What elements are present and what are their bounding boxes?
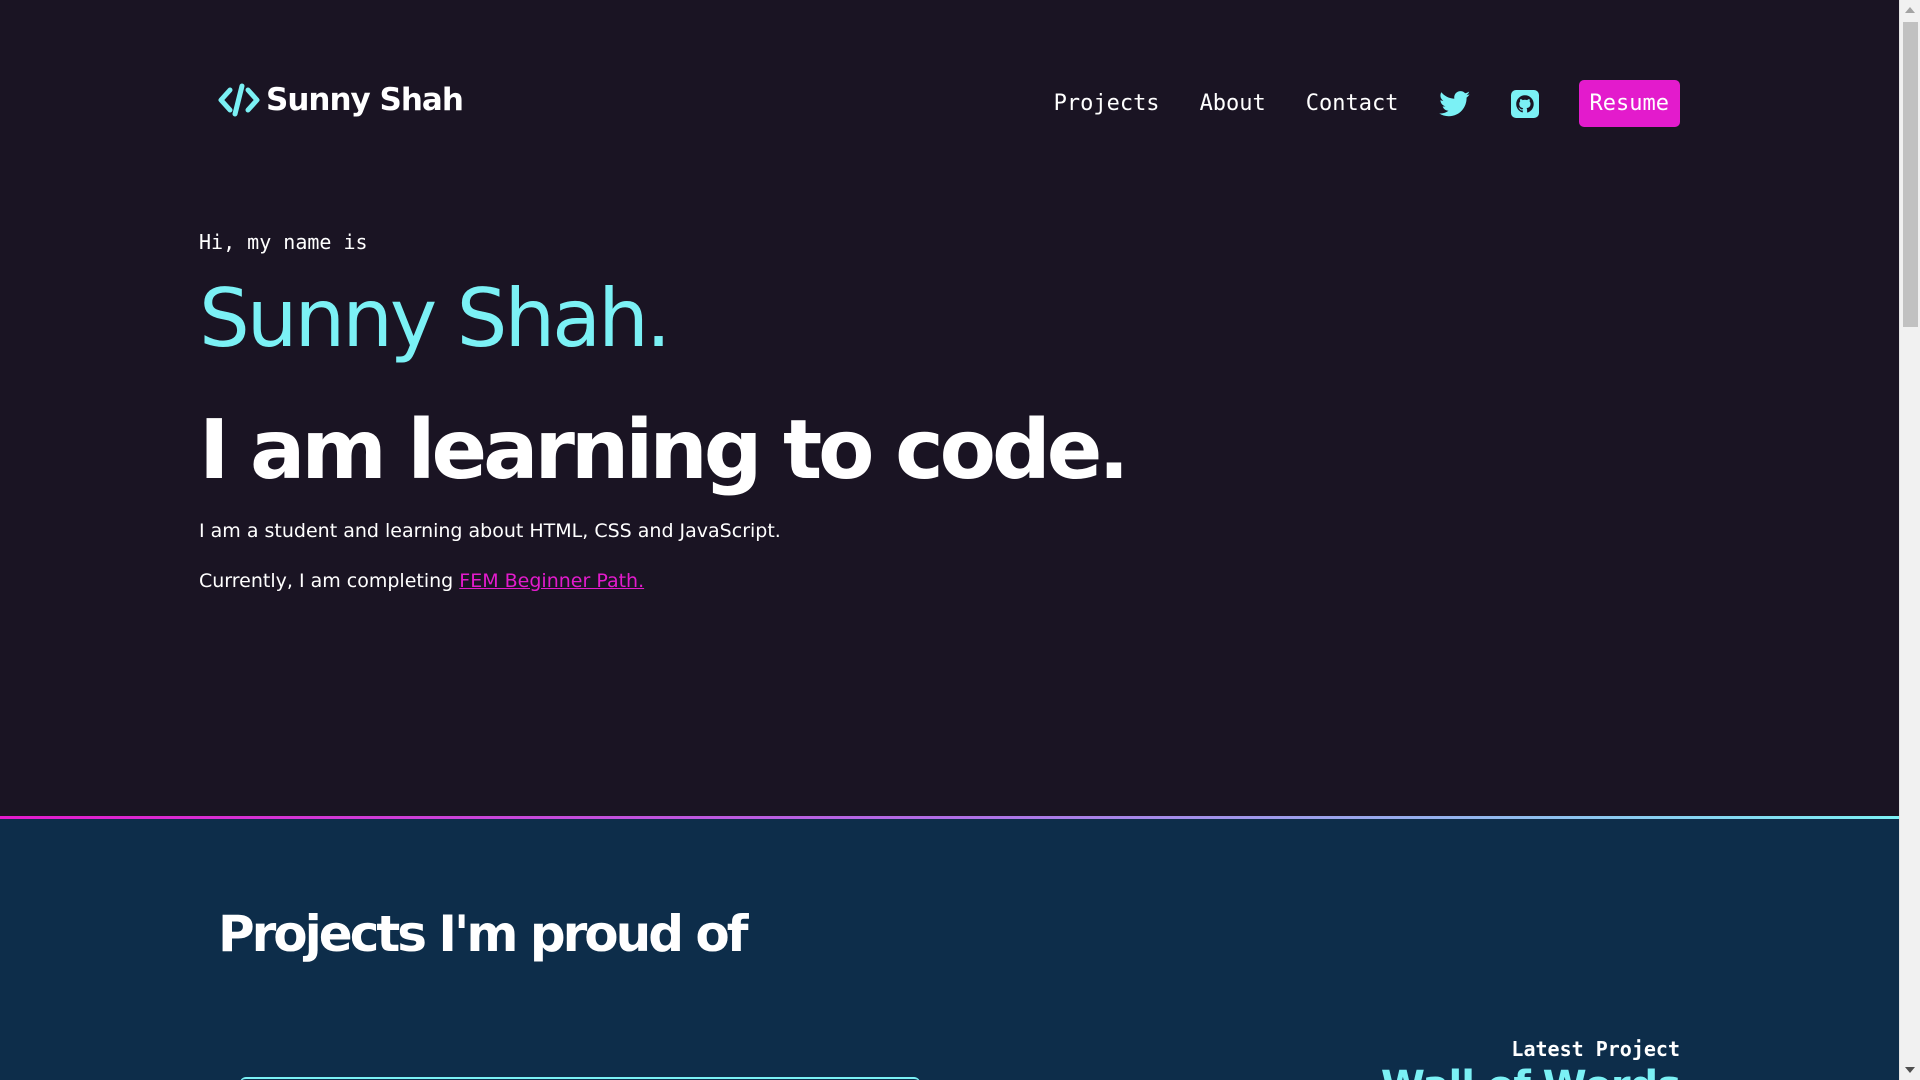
hero-greeting: Hi, my name is [199,230,368,254]
twitter-link[interactable] [1438,90,1471,117]
main-nav: Projects About Contact Resume [1054,80,1680,127]
scroll-thumb[interactable] [1903,22,1918,327]
resume-button[interactable]: Resume [1578,80,1680,127]
logo-link[interactable]: Sunny Shah [218,82,464,118]
github-icon [1510,89,1539,118]
nav-link-contact[interactable]: Contact [1306,91,1399,116]
logo-text: Sunny Shah [266,82,464,118]
vertical-scrollbar[interactable] [1899,0,1920,1080]
hero-status-prefix: Currently, I am completing [199,570,460,592]
hero-status: Currently, I am completing FEM Beginner … [199,570,644,592]
hero-name: Sunny Shah. [199,272,671,365]
latest-project-label: Latest Project [1511,1037,1680,1061]
fem-beginner-path-link[interactable]: FEM Beginner Path. [459,570,644,592]
nav-link-projects[interactable]: Projects [1054,91,1160,116]
projects-section: Projects I'm proud of Latest Project Wal… [0,819,1899,1080]
code-icon [218,83,260,117]
site-header: Sunny Shah Projects About Contact Resume [0,0,1899,160]
latest-project-name[interactable]: Wall of Words [1381,1063,1681,1080]
twitter-icon [1438,90,1470,116]
scroll-down-arrow-icon[interactable] [1905,1067,1915,1073]
hero-description: I am a student and learning about HTML, … [199,520,781,542]
github-link[interactable] [1510,89,1539,118]
scroll-up-arrow-icon[interactable] [1905,7,1915,13]
hero-tagline: I am learning to code. [199,403,1129,498]
nav-link-about[interactable]: About [1200,91,1266,116]
projects-title: Projects I'm proud of [218,905,749,963]
page-viewport: Sunny Shah Projects About Contact Resume… [0,0,1899,1080]
